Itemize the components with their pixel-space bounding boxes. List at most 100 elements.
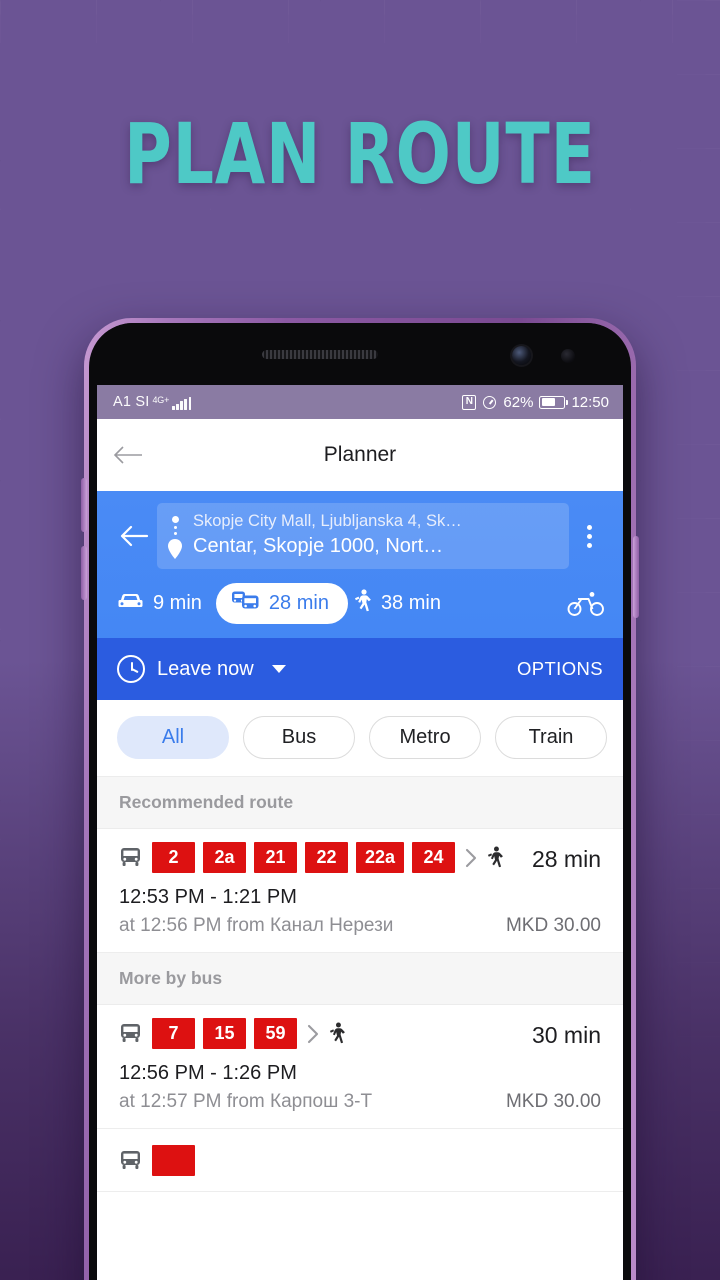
walk-icon	[487, 846, 504, 869]
bus-line-badge	[152, 1145, 195, 1176]
bus-line-badge: 24	[412, 842, 456, 873]
route-leg-badges	[119, 1145, 601, 1176]
walk-icon	[354, 588, 372, 619]
bus-icon	[119, 847, 142, 868]
route-time-range: 12:53 PM - 1:21 PM	[119, 886, 297, 908]
bus-line-badge: 22	[305, 842, 348, 873]
route-departure: at 12:56 PM from Канал Нерези	[119, 915, 394, 936]
phone-top-bezel	[97, 323, 623, 385]
route-dot-icon	[173, 532, 177, 535]
volume-up-button[interactable]	[81, 478, 87, 532]
more-vertical-icon[interactable]	[569, 524, 609, 548]
filter-chips: All Bus Metro Train	[97, 700, 623, 777]
phone-body: A1 SI 4G+ N 62% 12:50 Planner Skopje Cit…	[89, 323, 631, 1280]
leave-now-selector[interactable]: Leave now	[117, 655, 286, 683]
mode-driving[interactable]: 9 min	[117, 591, 216, 617]
stops-indicator	[167, 510, 183, 559]
filter-chip-all[interactable]: All	[117, 716, 229, 759]
route-time-range: 12:56 PM - 1:26 PM	[119, 1062, 297, 1084]
phone-device: A1 SI 4G+ N 62% 12:50 Planner Skopje Cit…	[81, 318, 639, 1280]
route-subinfo: at 12:56 PM from Канал Нерези MKD 30.00	[119, 915, 601, 937]
network-type-label: 4G+	[152, 395, 170, 405]
route-result-row[interactable]: 2 2a 21 22 22a 24 28 min 12:53 PM - 1:21…	[97, 829, 623, 953]
walk-icon	[329, 1022, 346, 1045]
volume-down-button[interactable]	[81, 546, 87, 600]
chevron-right-icon	[463, 846, 479, 870]
travel-modes: 9 min 28 min 38 min	[97, 569, 623, 638]
route-duration: 28 min	[531, 846, 601, 872]
route-result-row-partial[interactable]	[97, 1129, 623, 1192]
bus-line-badge: 22a	[356, 842, 405, 873]
promo-stage: PLAN ROUTE A1 SI 4G+ N 62% 12:50 Planner…	[0, 0, 720, 1280]
route-departure: at 12:57 PM from Карпош 3-Т	[119, 1091, 373, 1112]
route-duration: 30 min	[531, 1022, 601, 1048]
bus-icon	[119, 1150, 142, 1171]
route-fare: MKD 30.00	[505, 1091, 601, 1112]
bike-icon[interactable]	[567, 591, 605, 617]
status-bar-right: N 62% 12:50	[462, 394, 609, 411]
back-arrow-icon[interactable]	[111, 438, 145, 472]
destination-address: Centar, Skopje 1000, Nort…	[193, 535, 444, 557]
mode-transit-label: 28 min	[268, 592, 329, 614]
power-button[interactable]	[633, 536, 639, 618]
leave-now-label: Leave now	[157, 657, 254, 680]
address-text: Skopje City Mall, Ljubljanska 4, Sk… Cen…	[193, 510, 557, 560]
signal-bars-icon	[172, 397, 192, 410]
route-fare: MKD 30.00	[505, 915, 601, 936]
route-result-summary: 2 2a 21 22 22a 24 28 min	[119, 842, 601, 873]
bus-line-badge: 15	[203, 1018, 246, 1049]
clock-time-label: 12:50	[571, 393, 609, 411]
carrier-label: A1 SI	[113, 394, 150, 410]
earpiece-speaker-icon	[262, 349, 378, 359]
destination-pin-icon	[167, 539, 183, 559]
bus-line-badge: 7	[152, 1018, 195, 1049]
route-legs: 7 15 59	[119, 1018, 518, 1049]
mode-transit[interactable]: 28 min	[215, 583, 348, 624]
filter-chip-metro[interactable]: Metro	[369, 716, 481, 759]
route-back-button[interactable]	[111, 524, 157, 548]
options-button[interactable]: OPTIONS	[517, 658, 603, 680]
caret-down-icon	[271, 665, 286, 673]
alarm-icon	[482, 395, 497, 410]
battery-icon	[539, 395, 569, 409]
car-icon	[117, 591, 144, 617]
route-result-summary: 7 15 59 30 min	[119, 1018, 601, 1049]
status-bar-left: A1 SI 4G+	[113, 394, 192, 410]
chevron-right-icon	[305, 1022, 321, 1046]
bus-line-badge: 21	[254, 842, 297, 873]
section-header-recommended: Recommended route	[97, 777, 623, 829]
battery-percent-label: 62%	[503, 393, 534, 411]
route-leg-badges: 7 15 59	[119, 1018, 518, 1049]
mode-walking-label: 38 min	[380, 592, 441, 614]
route-subinfo: at 12:57 PM from Карпош 3-Т MKD 30.00	[119, 1091, 601, 1113]
route-legs: 2 2a 21 22 22a 24	[119, 842, 518, 873]
bus-line-badge: 2a	[203, 842, 246, 873]
proximity-sensor-icon	[561, 349, 575, 363]
leave-time-bar: Leave now OPTIONS	[97, 638, 623, 700]
route-result-row[interactable]: 7 15 59 30 min 12:56 PM - 1:26 PM at 12:…	[97, 1005, 623, 1129]
app-bar: Planner	[97, 419, 623, 491]
route-address-row: Skopje City Mall, Ljubljanska 4, Sk… Cen…	[97, 503, 623, 569]
filter-chip-train[interactable]: Train	[495, 716, 607, 759]
route-header: Skopje City Mall, Ljubljanska 4, Sk… Cen…	[97, 491, 623, 700]
page-title: Planner	[323, 443, 397, 466]
address-box[interactable]: Skopje City Mall, Ljubljanska 4, Sk… Cen…	[157, 503, 569, 569]
mode-driving-label: 9 min	[153, 592, 202, 614]
phone-screen: A1 SI 4G+ N 62% 12:50 Planner Skopje Cit…	[97, 385, 623, 1280]
bus-line-badge: 59	[254, 1018, 297, 1049]
nfc-icon: N	[462, 394, 477, 410]
filter-chip-bus[interactable]: Bus	[243, 716, 355, 759]
promo-title: PLAN ROUTE	[124, 105, 596, 203]
origin-address: Skopje City Mall, Ljubljanska 4, Sk…	[193, 512, 462, 530]
status-bar: A1 SI 4G+ N 62% 12:50	[97, 385, 623, 419]
bus-line-badge: 2	[152, 842, 195, 873]
front-camera-icon	[512, 346, 531, 365]
section-header-more-by-bus: More by bus	[97, 953, 623, 1005]
origin-dot-icon	[171, 516, 179, 523]
clock-icon	[117, 655, 145, 683]
mode-walking[interactable]: 38 min	[354, 588, 455, 619]
bus-icon	[119, 1023, 142, 1044]
route-dot-icon	[173, 526, 177, 529]
transit-icon	[231, 590, 260, 617]
route-leg-badges: 2 2a 21 22 22a 24	[119, 842, 518, 873]
